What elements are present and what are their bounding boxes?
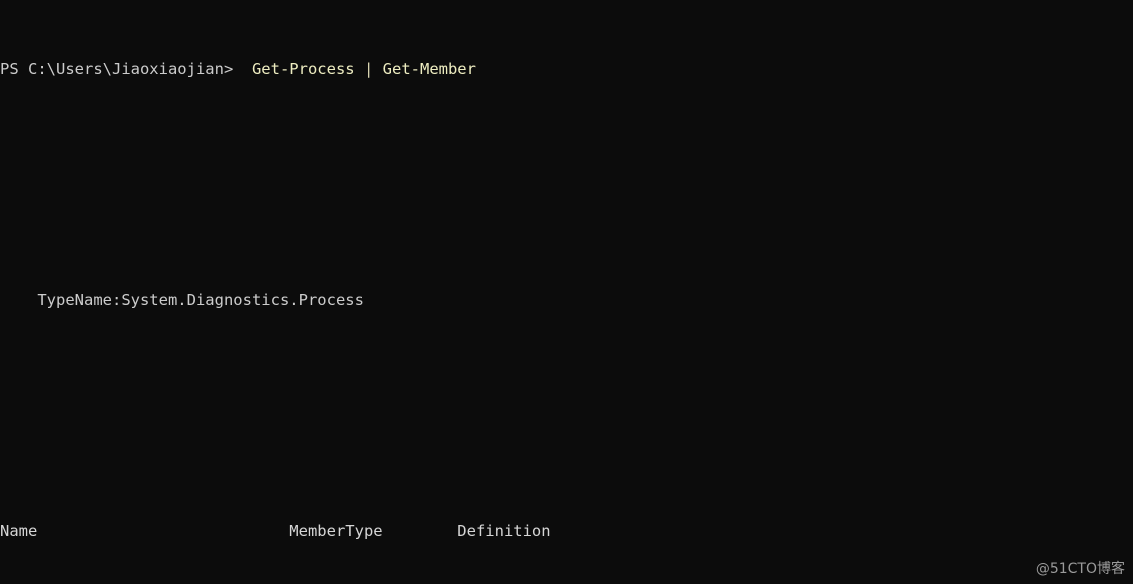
watermark: @51CTO博客 (1035, 561, 1125, 577)
prompt-path: PS C:\Users\Jiaoxiaojian> (0, 60, 234, 78)
column-header-name: Name (0, 522, 290, 540)
pipe-symbol (355, 60, 364, 78)
pipe-glyph: | (363, 60, 374, 78)
terminal-screen: PS C:\Users\Jiaoxiaojian> Get-Process | … (0, 0, 1133, 584)
command-text (233, 60, 252, 78)
powershell-terminal[interactable]: PS C:\Users\Jiaoxiaojian> Get-Process | … (0, 0, 1133, 584)
column-header-membertype: MemberType (289, 522, 458, 540)
column-header-row: Name MemberType Definition (0, 521, 1133, 542)
command-get-process: Get-Process (251, 60, 355, 78)
command-sep (373, 60, 382, 78)
column-header-definition: Definition (457, 522, 551, 540)
prompt-line: PS C:\Users\Jiaoxiaojian> Get-Process | … (0, 59, 1133, 80)
typename-line: TypeName:System.Diagnostics.Process (0, 291, 364, 309)
command-get-member: Get-Member (382, 60, 476, 78)
